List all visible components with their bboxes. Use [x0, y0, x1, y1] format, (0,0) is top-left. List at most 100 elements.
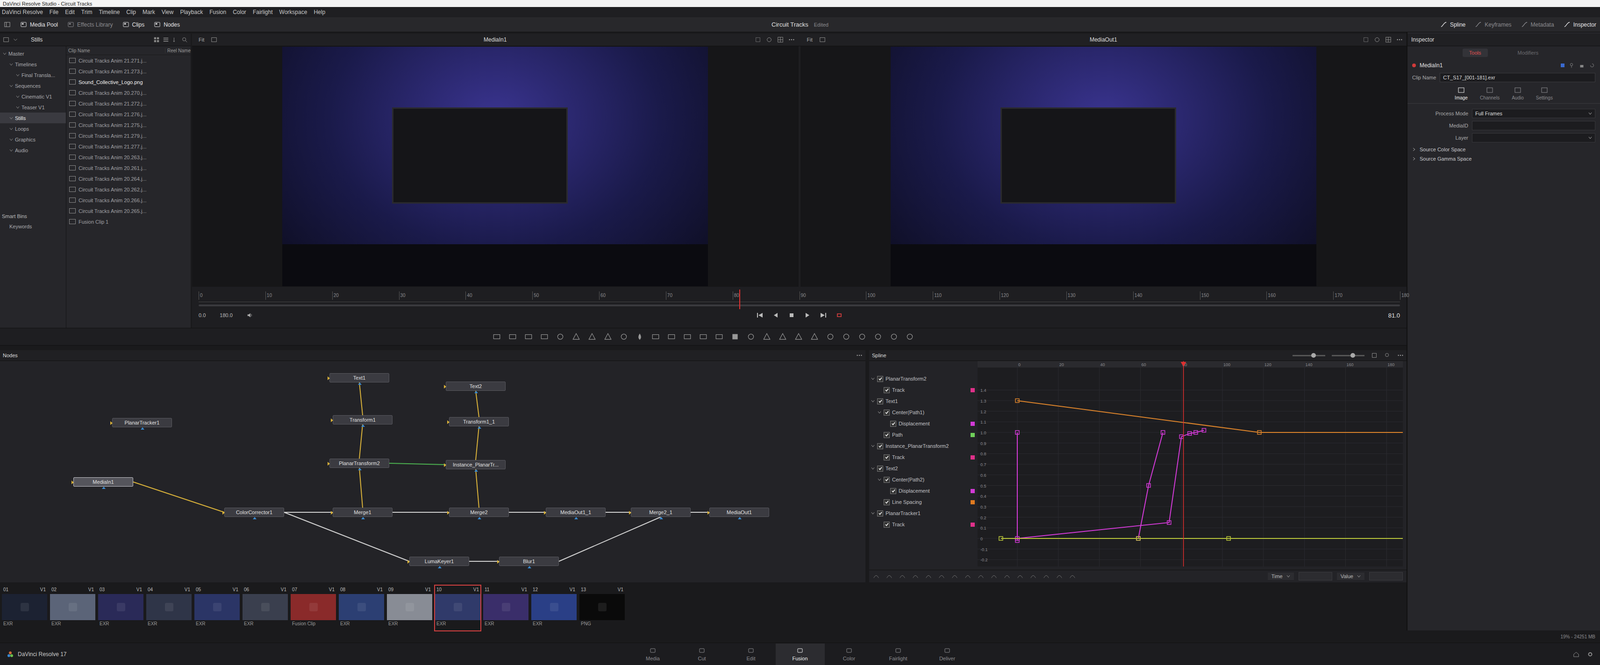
bin-item[interactable]: Teaser V1 — [0, 101, 66, 113]
clip-row[interactable]: Circuit Tracks Anim 20.265.j... — [66, 205, 191, 217]
toolbar-button[interactable]: Nodes — [153, 21, 180, 29]
clip-row[interactable]: Circuit Tracks Anim 20.266.j... — [66, 194, 191, 206]
bin-item[interactable]: Stills — [0, 112, 66, 124]
spline-tool-icon[interactable] — [912, 573, 919, 580]
checkbox[interactable] — [883, 454, 890, 461]
clip-thumbnail[interactable]: 04V1 EXR — [145, 585, 193, 632]
tool-icon[interactable] — [762, 332, 772, 342]
node[interactable]: MediaIn1 — [73, 477, 134, 487]
bin-item[interactable]: Timelines — [0, 58, 66, 70]
more-icon[interactable] — [1396, 36, 1403, 43]
clip-row[interactable]: Circuit Tracks Anim 21.271.j... — [66, 55, 191, 66]
checkbox[interactable] — [890, 488, 897, 495]
current-time[interactable]: 81.0 — [1388, 312, 1400, 320]
checkbox[interactable] — [883, 521, 890, 529]
spline-tool-icon[interactable] — [872, 573, 880, 580]
keyframe[interactable] — [1187, 431, 1192, 436]
clip-thumbnail[interactable]: 03V1 EXR — [97, 585, 145, 632]
node[interactable]: Text1 — [329, 373, 390, 383]
tool-icon[interactable] — [603, 332, 613, 342]
zoom-slider[interactable] — [1292, 355, 1326, 357]
spline-tool-icon[interactable] — [1016, 573, 1024, 580]
spline-tool-icon[interactable] — [964, 573, 972, 580]
node[interactable]: Transform1_1 — [449, 417, 509, 427]
toolbar-button[interactable]: Keyframes — [1474, 21, 1512, 29]
node-connection[interactable] — [475, 426, 479, 461]
go-to-end-icon[interactable] — [819, 311, 828, 320]
start-time[interactable]: 0.0 — [198, 312, 206, 319]
bin-item[interactable]: Graphics — [0, 134, 66, 145]
spline-tool-icon[interactable] — [1042, 573, 1050, 580]
speaker-icon[interactable] — [246, 312, 254, 319]
stop-icon[interactable] — [787, 311, 796, 320]
node[interactable]: PlanarTransform2 — [329, 458, 390, 469]
node[interactable]: Instance_PlanarTr... — [445, 460, 506, 470]
tool-icon[interactable] — [842, 332, 851, 342]
keyframe[interactable] — [1257, 430, 1262, 435]
spline-tool-icon[interactable] — [938, 573, 945, 580]
page-tab[interactable]: Fairlight — [873, 643, 923, 665]
clip-row[interactable]: Fusion Clip 1 — [66, 216, 191, 228]
toolbar-button[interactable]: Effects Library — [67, 21, 113, 29]
menu-item[interactable]: DaVinci Resolve — [1, 8, 43, 16]
checkbox[interactable] — [883, 409, 890, 416]
roi-icon[interactable] — [1362, 36, 1370, 43]
menu-item[interactable]: Mark — [142, 8, 156, 16]
spline-dropdown[interactable]: Value — [1336, 572, 1365, 581]
bin-list-icon[interactable] — [2, 36, 10, 43]
menu-item[interactable]: Workspace — [279, 8, 308, 16]
tool-icon[interactable] — [730, 332, 740, 342]
toolbar-button[interactable]: Spline — [1440, 21, 1466, 29]
layout-icon[interactable] — [819, 36, 826, 43]
spline-tool-icon[interactable] — [899, 573, 906, 580]
menu-item[interactable]: File — [49, 8, 59, 16]
clip-thumbnail[interactable]: 02V1 EXR — [49, 585, 97, 632]
property-field[interactable] — [1471, 133, 1596, 143]
clip-row[interactable]: Circuit Tracks Anim 20.262.j... — [66, 184, 191, 195]
node-canvas[interactable]: Text1 Text2 PlanarTracker1 Transform1 Tr… — [0, 361, 866, 583]
grid-view-icon[interactable] — [153, 36, 160, 43]
time-ruler[interactable]: 0102030405060708090100110120130140150160… — [198, 289, 1400, 303]
spline-tree-item[interactable]: Center(Path2) — [869, 474, 978, 486]
checkbox[interactable] — [883, 387, 890, 394]
search-icon[interactable] — [181, 36, 188, 43]
menu-item[interactable]: Playback — [179, 8, 203, 16]
keyframe[interactable] — [1226, 536, 1231, 541]
checkbox[interactable] — [883, 432, 890, 439]
fit-icon[interactable] — [1371, 352, 1378, 359]
inspector-tab[interactable]: Modifiers — [1511, 48, 1546, 58]
expand-icon[interactable] — [877, 410, 882, 415]
lock-icon[interactable] — [1578, 62, 1586, 69]
clip-thumbnail[interactable]: 11V1 EXR — [482, 585, 530, 632]
menu-item[interactable]: Trim — [81, 8, 93, 16]
inspector-tab[interactable]: Tools — [1462, 48, 1488, 58]
checkbox[interactable] — [883, 477, 890, 484]
tool-icon[interactable] — [540, 332, 549, 342]
bin-item[interactable]: Cinematic V1 — [0, 91, 66, 102]
clip-row[interactable]: Sound_Collective_Logo.png — [66, 76, 191, 88]
menu-item[interactable]: Color — [232, 8, 247, 16]
spline-curve[interactable] — [1017, 430, 1205, 540]
node-connection[interactable] — [469, 561, 500, 563]
node-connection[interactable] — [359, 382, 363, 416]
property-field[interactable] — [1471, 121, 1596, 131]
zoom-dropdown[interactable]: Fit — [195, 36, 208, 43]
property-field[interactable]: Full Frames — [1471, 108, 1596, 119]
tool-icon[interactable] — [524, 332, 533, 342]
tool-icon[interactable] — [857, 332, 867, 342]
node[interactable]: MediaOut1_1 — [545, 507, 606, 518]
pin-icon[interactable] — [1568, 62, 1575, 69]
menu-item[interactable]: Edit — [64, 8, 75, 16]
keyframe[interactable] — [1179, 435, 1184, 439]
page-tab[interactable]: Fusion — [775, 643, 825, 665]
spline-value-field[interactable] — [1298, 572, 1333, 581]
checkbox[interactable] — [877, 376, 884, 383]
dropdown-icon[interactable] — [12, 36, 19, 43]
checkbox[interactable] — [883, 499, 890, 506]
spline-tool-icon[interactable] — [1056, 573, 1063, 580]
expand-icon[interactable] — [877, 478, 882, 482]
tool-icon[interactable] — [826, 332, 835, 342]
node-connection[interactable] — [475, 469, 479, 508]
tool-icon[interactable] — [635, 332, 644, 342]
clip-row[interactable]: Circuit Tracks Anim 21.275.j... — [66, 119, 191, 131]
